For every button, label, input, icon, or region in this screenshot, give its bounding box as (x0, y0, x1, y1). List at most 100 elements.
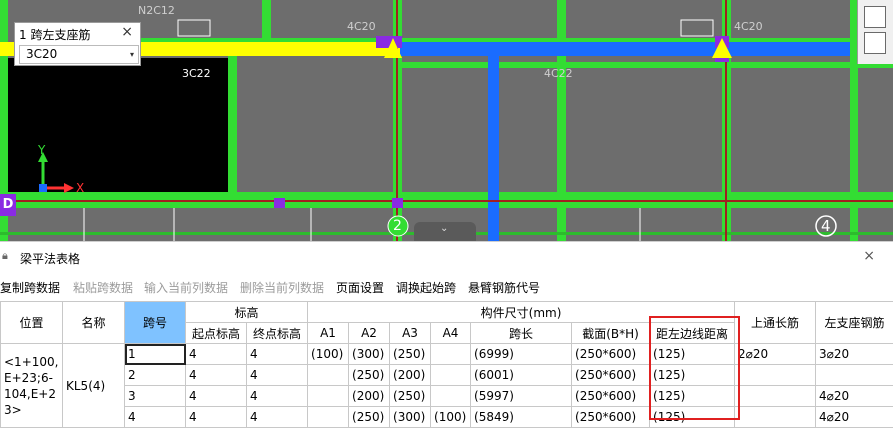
table-row[interactable]: 3 4 4 (200) (250) (5997) (250*600) (125)… (1, 385, 893, 407)
page-setup-button[interactable]: 页面设置 (336, 279, 384, 296)
cell-left-rebar[interactable] (815, 364, 893, 386)
cell-a1[interactable] (307, 385, 350, 407)
header-span-length[interactable]: 跨长 (470, 322, 573, 344)
axis-x-label: X (76, 181, 85, 195)
cell-a2[interactable]: (300) (348, 343, 391, 365)
cell-left-rebar[interactable]: 4⌀20 (815, 385, 893, 407)
panel-close-button[interactable]: × (863, 248, 875, 264)
rebar-value-input[interactable]: 3C20 ▾ (19, 45, 139, 64)
cell-left-rebar[interactable]: 3⌀20 (815, 343, 893, 365)
cell-a3[interactable]: (200) (389, 364, 432, 386)
header-left-rebar[interactable]: 左支座钢筋 (815, 301, 893, 344)
header-start-elevation[interactable]: 起点标高 (185, 322, 247, 344)
table-row[interactable]: 2 4 4 (250) (200) (6001) (250*600) (125) (1, 364, 893, 386)
cell-span-length[interactable]: (5997) (470, 385, 573, 407)
cell-span-length[interactable]: (6001) (470, 364, 573, 386)
cell-top-rebar[interactable] (734, 385, 817, 407)
cell-top-rebar[interactable] (734, 406, 817, 428)
pin-icon[interactable]: 🔒︎ (2, 249, 8, 263)
rebar-value: 3C20 (26, 47, 58, 61)
cell-a2[interactable]: (250) (348, 406, 391, 428)
cell-span-length[interactable]: (5849) (470, 406, 573, 428)
cell-section[interactable]: (250*600) (571, 406, 651, 428)
cell-top-rebar[interactable]: 2⌀20 (734, 343, 817, 365)
cell-a2[interactable]: (250) (348, 364, 391, 386)
input-current-column-button[interactable]: 输入当前列数据 (144, 279, 228, 296)
header-position[interactable]: 位置 (0, 301, 63, 344)
panel-header: 🔒︎ 梁平法表格 × (0, 245, 893, 269)
right-toolbar (857, 0, 893, 64)
header-name[interactable]: 名称 (62, 301, 125, 344)
paste-span-data-button[interactable]: 粘贴跨数据 (73, 279, 133, 296)
header-a3[interactable]: A3 (389, 322, 432, 344)
highlight-box (649, 316, 740, 420)
cell-name[interactable]: KL5(4) (62, 343, 125, 428)
axis-2-marker: 2 (393, 218, 402, 234)
cell-start-elevation[interactable]: 4 (185, 406, 247, 428)
chevron-down-icon: ⌄ (440, 223, 449, 234)
header-end-elevation[interactable]: 终点标高 (245, 322, 309, 344)
table-row[interactable]: 4 4 4 (250) (300) (100) (5849) (250*600)… (1, 406, 893, 428)
cell-start-elevation[interactable]: 4 (185, 364, 247, 386)
cell-section[interactable]: (250*600) (571, 343, 651, 365)
cell-end-elevation[interactable]: 4 (245, 343, 309, 365)
header-section[interactable]: 截面(B*H) (571, 322, 651, 344)
cell-a4[interactable]: (100) (430, 406, 472, 428)
cell-span[interactable]: 1 (124, 343, 186, 365)
chevron-down-icon[interactable]: ▾ (130, 46, 134, 63)
cell-end-elevation[interactable]: 4 (245, 364, 309, 386)
beam-table-panel: 🔒︎ 梁平法表格 × 复制跨数据 粘贴跨数据 输入当前列数据 删除当前列数据 页… (0, 241, 893, 441)
cell-a1[interactable]: (100) (307, 343, 350, 365)
cell-position[interactable]: <1+100,E+23;6-104,E+23> (0, 343, 63, 428)
table-row[interactable]: <1+100,E+23;6-104,E+23> KL5(4) 1 4 4 (10… (0, 343, 893, 428)
beam-table: 位置 名称 跨号 标高 构件尺寸(mm) 上通长筋 左支座钢筋 起点标高 终点标… (0, 301, 893, 428)
rebar-label-top-left: N2C12 (138, 4, 175, 17)
rebar-edit-popup[interactable]: 1 跨左支座筋 × 3C20 ▾ (14, 22, 141, 66)
cell-span[interactable]: 2 (124, 364, 186, 386)
tool-button-2[interactable] (864, 32, 886, 54)
popup-close-button[interactable]: × (121, 24, 133, 40)
cell-span[interactable]: 4 (124, 406, 186, 428)
cell-a3[interactable]: (300) (389, 406, 432, 428)
drawing-canvas[interactable]: N2C12 4C20 4C20 4C22 3C22 Y X D 2 4 1 跨左… (0, 0, 893, 241)
tool-button-1[interactable] (864, 6, 886, 28)
cell-end-elevation[interactable]: 4 (245, 385, 309, 407)
collapse-panel-handle[interactable]: ⌄ (414, 222, 476, 241)
cell-a1[interactable] (307, 364, 350, 386)
header-a2[interactable]: A2 (348, 322, 391, 344)
panel-title: 梁平法表格 (20, 252, 81, 266)
header-a4[interactable]: A4 (430, 322, 472, 344)
cell-start-elevation[interactable]: 4 (185, 385, 247, 407)
cell-left-rebar[interactable]: 4⌀20 (815, 406, 893, 428)
cell-a4[interactable] (430, 364, 472, 386)
cell-section[interactable]: (250*600) (571, 364, 651, 386)
cell-start-elevation[interactable]: 4 (185, 343, 247, 365)
cell-a4[interactable] (430, 385, 472, 407)
copy-span-data-button[interactable]: 复制跨数据 (0, 279, 60, 296)
cell-top-rebar[interactable] (734, 364, 817, 386)
cell-a3[interactable]: (250) (389, 343, 432, 365)
cell-span-length[interactable]: (6999) (470, 343, 573, 365)
header-top-rebar[interactable]: 上通长筋 (734, 301, 817, 344)
cantilever-rebar-code-button[interactable]: 悬臂钢筋代号 (468, 279, 540, 296)
delete-current-column-button[interactable]: 删除当前列数据 (240, 279, 324, 296)
rebar-label-blue: 4C22 (544, 67, 573, 80)
rebar-label-right: 4C20 (734, 20, 763, 33)
swap-start-span-button[interactable]: 调换起始跨 (396, 279, 456, 296)
cell-a4[interactable] (430, 343, 472, 365)
popup-title: 1 跨左支座筋 (19, 28, 91, 42)
cell-a2[interactable]: (200) (348, 385, 391, 407)
cell-span[interactable]: 3 (124, 385, 186, 407)
rebar-label-mid: 4C20 (347, 20, 376, 33)
header-a1[interactable]: A1 (307, 322, 350, 344)
header-span[interactable]: 跨号 (124, 301, 186, 344)
cell-a3[interactable]: (250) (389, 385, 432, 407)
header-elevation[interactable]: 标高 (184, 301, 309, 323)
rebar-label-black-area: 3C22 (182, 67, 211, 80)
axis-y-label: Y (38, 143, 46, 157)
cell-end-elevation[interactable]: 4 (245, 406, 309, 428)
panel-toolbar: 复制跨数据 粘贴跨数据 输入当前列数据 删除当前列数据 页面设置 调换起始跨 悬… (0, 276, 893, 298)
axis-4-marker: 4 (821, 217, 831, 235)
cell-section[interactable]: (250*600) (571, 385, 651, 407)
cell-a1[interactable] (307, 406, 350, 428)
